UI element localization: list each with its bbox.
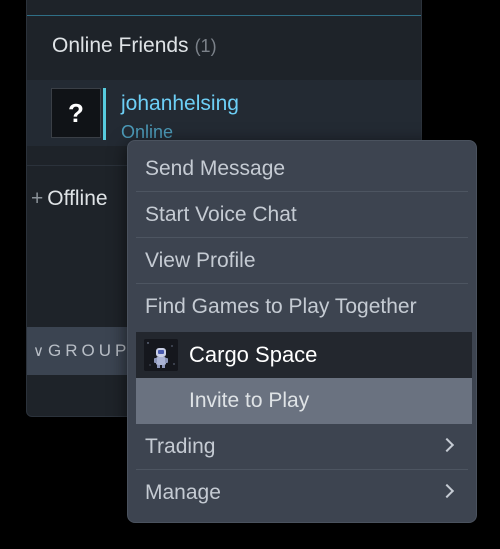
collapse-chevron-icon: ∨ bbox=[33, 343, 44, 360]
chevron-right-icon bbox=[439, 437, 455, 453]
menu-item-label: Manage bbox=[145, 481, 221, 504]
offline-section-header[interactable]: + Offline bbox=[31, 187, 108, 211]
online-friends-header[interactable]: Online Friends (1) bbox=[52, 34, 217, 58]
menu-item-label: View Profile bbox=[145, 249, 256, 272]
online-friends-title: Online Friends bbox=[52, 34, 189, 57]
menu-item-label: Trading bbox=[145, 435, 216, 458]
astronaut-icon bbox=[144, 339, 178, 371]
online-status-bar bbox=[103, 88, 106, 140]
menu-item-find-games[interactable]: Find Games to Play Together bbox=[136, 285, 468, 330]
friend-row[interactable]: ? johanhelsing Online bbox=[27, 80, 421, 146]
top-divider bbox=[27, 15, 421, 16]
menu-item-label: Send Message bbox=[145, 157, 286, 180]
friend-context-menu: Send Message Start Voice Chat View Profi… bbox=[127, 140, 477, 523]
menu-item-label: Find Games to Play Together bbox=[145, 295, 417, 318]
menu-item-manage[interactable]: Manage bbox=[136, 471, 468, 516]
friend-name: johanhelsing bbox=[121, 92, 239, 115]
unknown-avatar-icon: ? bbox=[68, 97, 84, 128]
offline-section-title: Offline bbox=[47, 187, 108, 210]
game-title: Cargo Space bbox=[189, 342, 318, 367]
menu-item-start-voice-chat[interactable]: Start Voice Chat bbox=[136, 193, 468, 238]
menu-item-label: Start Voice Chat bbox=[145, 203, 297, 226]
menu-item-send-message[interactable]: Send Message bbox=[136, 147, 468, 192]
chevron-right-icon bbox=[439, 483, 455, 499]
online-friends-count: (1) bbox=[194, 36, 217, 56]
menu-item-label: Invite to Play bbox=[189, 389, 310, 412]
menu-item-trading[interactable]: Trading bbox=[136, 425, 468, 470]
cargo-space-game-icon bbox=[144, 339, 178, 371]
avatar[interactable]: ? bbox=[51, 88, 101, 138]
menu-item-view-profile[interactable]: View Profile bbox=[136, 239, 468, 284]
menu-item-invite-to-play[interactable]: Invite to Play bbox=[136, 378, 472, 424]
screen: Online Friends (1) ? johanhelsing Online … bbox=[0, 0, 500, 549]
game-header-cargo-space: Cargo Space bbox=[136, 332, 472, 378]
expand-plus-icon: + bbox=[31, 187, 44, 210]
